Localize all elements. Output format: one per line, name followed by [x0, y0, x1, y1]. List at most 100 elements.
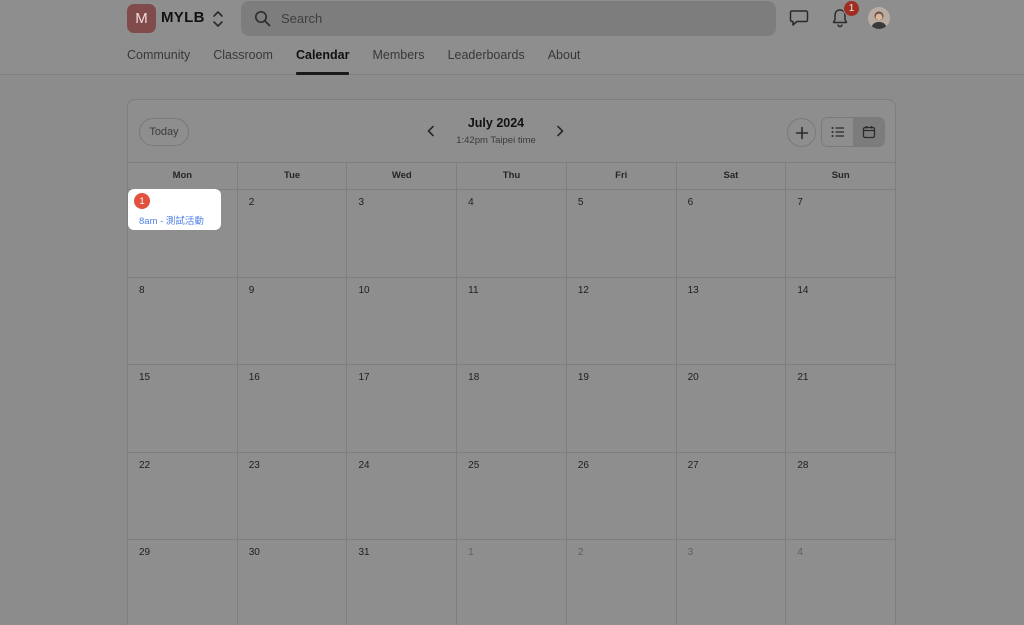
search-bar[interactable]: [241, 1, 776, 36]
weekday-label: Mon: [128, 163, 238, 189]
day-cell[interactable]: 30: [238, 540, 348, 625]
day-cell[interactable]: 9: [238, 277, 348, 364]
chat-icon[interactable]: [789, 9, 809, 27]
day-cell[interactable]: 2: [238, 190, 348, 277]
day-cell[interactable]: 22: [128, 452, 238, 539]
day-number: 18: [468, 372, 480, 383]
add-event-button[interactable]: [787, 118, 816, 147]
day-number: 12: [577, 284, 589, 296]
day-number: 29: [139, 547, 151, 558]
day-cell[interactable]: 3: [347, 190, 458, 277]
day-number: 4: [468, 197, 474, 208]
timezone-text: 1:42pm Taipei time: [456, 135, 536, 146]
day-number: 17: [358, 372, 370, 383]
day-cell[interactable]: 3: [677, 540, 787, 625]
notification-badge: 1: [843, 0, 860, 17]
day-number: 25: [468, 459, 480, 471]
tab-members[interactable]: Members: [372, 40, 424, 75]
day-number: 19: [577, 372, 589, 383]
main-nav: Community Classroom Calendar Members Lea…: [127, 40, 603, 75]
day-number: 20: [687, 372, 699, 383]
day-number: 3: [358, 197, 364, 208]
search-icon: [254, 10, 271, 27]
weekday-label: Sun: [831, 170, 850, 181]
weekday-label: Fri: [567, 163, 677, 189]
weekday-header: Mon Tue Wed Thu Fri Sat Sun: [128, 163, 895, 190]
day-cell[interactable]: 24: [347, 452, 458, 539]
today-day-badge: 1: [134, 193, 150, 209]
day-number: 21: [797, 372, 809, 383]
weekday-label: Wed: [347, 163, 458, 189]
day-number: 9: [248, 284, 255, 296]
week-row: 2 3 4 5 6 7: [128, 190, 895, 278]
day-cell[interactable]: 11: [457, 277, 567, 364]
avatar-image: [868, 7, 890, 29]
day-number: 2: [577, 547, 584, 558]
day-number: 16: [248, 372, 260, 383]
day-cell[interactable]: 20: [677, 365, 787, 452]
day-cell[interactable]: 31: [347, 540, 458, 625]
day-cell[interactable]: 13: [677, 277, 787, 364]
day-number: 13: [687, 284, 699, 296]
day-number: 7: [797, 197, 803, 208]
chevron-up-down-icon[interactable]: [210, 9, 226, 29]
day-number: 8: [139, 284, 145, 296]
month-title: July 2024: [467, 116, 525, 130]
day-cell[interactable]: 19: [567, 365, 677, 452]
day-number: 2: [248, 197, 255, 208]
day-cell[interactable]: 10: [347, 277, 458, 364]
tab-classroom[interactable]: Classroom: [213, 40, 273, 75]
day-cell[interactable]: 27: [677, 452, 787, 539]
day-number: 4: [797, 547, 803, 558]
day-number: 3: [687, 547, 694, 558]
weekday-label: Thu: [457, 163, 567, 189]
tab-leaderboards[interactable]: Leaderboards: [448, 40, 525, 75]
list-view-button[interactable]: [822, 118, 853, 146]
day-number: 22: [139, 459, 151, 471]
day-cell[interactable]: 7: [786, 190, 895, 277]
search-input[interactable]: [281, 1, 761, 36]
day-cell[interactable]: 16: [238, 365, 348, 452]
month-grid: Mon Tue Wed Thu Fri Sat Sun 2 3 4 5 6 7 8 9 10 11…: [128, 162, 895, 625]
day-cell[interactable]: 12: [567, 277, 677, 364]
day-cell[interactable]: 25: [457, 452, 567, 539]
tab-about[interactable]: About: [548, 40, 581, 75]
day-cell[interactable]: 23: [238, 452, 348, 539]
day-cell[interactable]: 5: [567, 190, 677, 277]
day-number: 6: [687, 197, 694, 208]
event-item[interactable]: 8am - 測試活動: [139, 213, 204, 227]
day-cell[interactable]: 14: [786, 278, 895, 365]
day-number: 27: [687, 459, 699, 471]
day-cell[interactable]: 8: [128, 277, 238, 364]
day-cell[interactable]: 15: [128, 365, 238, 452]
day-cell[interactable]: 6: [677, 190, 787, 277]
day-number: 1: [468, 547, 474, 558]
calendar-view-button[interactable]: [853, 118, 884, 146]
tab-community[interactable]: Community: [127, 40, 190, 75]
day-cell[interactable]: 1: [457, 540, 567, 625]
user-avatar[interactable]: [868, 7, 890, 29]
chevron-right-icon[interactable]: [553, 124, 567, 138]
tab-calendar[interactable]: Calendar: [295, 40, 349, 75]
day-cell[interactable]: 4: [786, 540, 895, 625]
view-toggle: [821, 117, 885, 147]
day-cell[interactable]: 26: [567, 452, 677, 539]
top-bar: M MYLB 1 Community Classroom Calendar Me…: [0, 0, 1024, 75]
list-icon: [831, 127, 844, 137]
day-cell[interactable]: 4: [457, 190, 567, 277]
day-cell[interactable]: 2: [567, 540, 677, 625]
today-button[interactable]: Today: [139, 118, 189, 146]
day-cell[interactable]: 21: [786, 365, 895, 452]
calendar-card: Today July 2024 1:42pm Taipei time Mon T…: [127, 99, 896, 625]
calendar-icon: [862, 126, 875, 139]
day-number: 24: [358, 459, 370, 471]
day-number: 28: [797, 459, 809, 471]
day-cell[interactable]: 18: [457, 365, 567, 452]
community-logo[interactable]: M: [127, 4, 156, 33]
community-name[interactable]: MYLB: [161, 9, 205, 26]
day-cell[interactable]: 17: [347, 365, 458, 452]
day-cell[interactable]: 29: [128, 540, 238, 625]
week-row: 22 23 24 25 26 27 28: [128, 452, 895, 540]
weekday-label: Tue: [238, 163, 348, 189]
day-cell[interactable]: 28: [786, 453, 895, 540]
